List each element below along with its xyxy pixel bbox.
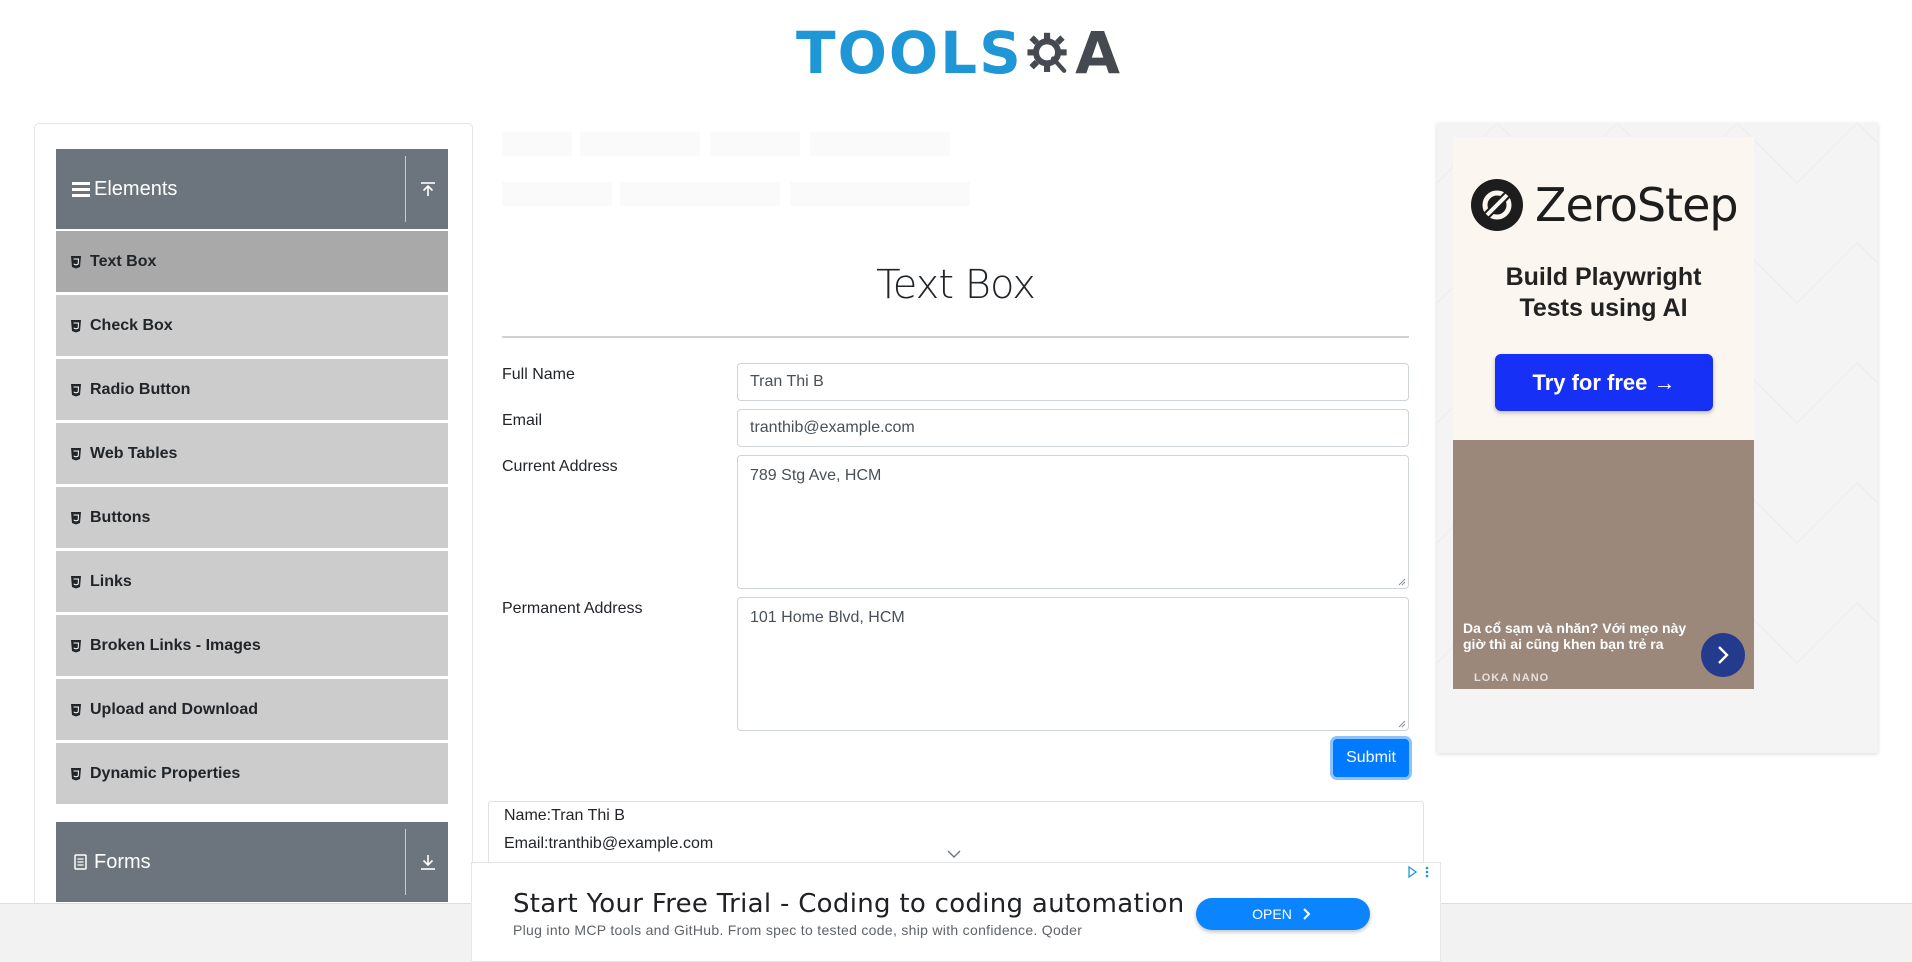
sidebar-item-check-box[interactable]: Check Box xyxy=(56,295,448,356)
toolsqa-logo[interactable]: TOOLS A xyxy=(796,14,1120,92)
bottom-banner-ad[interactable]: Start Your Free Trial - Coding to coding… xyxy=(471,862,1441,962)
page-title: Text Box xyxy=(876,262,1036,308)
ad-tagline-line2: Tests using AI xyxy=(1519,294,1688,322)
sidebar-item-label: Text Box xyxy=(90,252,157,270)
sidebar-item-label: Web Tables xyxy=(90,444,178,462)
chevron-down-icon[interactable] xyxy=(946,848,962,860)
email-value: tranthib@example.com xyxy=(750,419,915,436)
group-header-label: Forms xyxy=(94,850,151,873)
adchoices-icon[interactable] xyxy=(1406,865,1432,879)
full-name-input[interactable]: Tran Thi B xyxy=(737,363,1409,401)
html5-icon xyxy=(71,383,81,396)
current-address-textarea[interactable]: 789 Stg Ave, HCM xyxy=(737,455,1409,589)
ad-photo-brand: LOKA NANO xyxy=(1474,672,1550,684)
ad-tagline: Build Playwright Tests using AI xyxy=(1453,262,1754,324)
ad-photo-caption: Da cổ sạm và nhăn? Với mẹo này giờ thì a… xyxy=(1463,620,1687,652)
upload-icon[interactable] xyxy=(416,177,440,201)
sidebar-item-radio-button[interactable]: Radio Button xyxy=(56,359,448,420)
hamburger-icon xyxy=(72,182,90,197)
full-name-label: Full Name xyxy=(502,366,575,383)
sidebar-item-label: Check Box xyxy=(90,316,173,334)
permanent-address-label: Permanent Address xyxy=(502,600,643,617)
banner-subtitle: Plug into MCP tools and GitHub. From spe… xyxy=(513,922,1083,938)
page: TOOLS A Elements Text Box Check Box Radi… xyxy=(0,0,1912,962)
document-icon xyxy=(74,854,87,870)
logo-text-tools: TOOLS xyxy=(796,19,1023,87)
sidebar-item-dynamic-properties[interactable]: Dynamic Properties xyxy=(56,743,448,804)
sidebar-item-label: Broken Links - Images xyxy=(90,636,261,654)
submit-button[interactable]: Submit xyxy=(1333,739,1409,777)
sidebar-item-label: Dynamic Properties xyxy=(90,764,241,782)
html5-icon xyxy=(71,511,81,524)
sidebar-item-label: Links xyxy=(90,572,132,590)
group-header-forms[interactable]: Forms xyxy=(56,822,448,902)
sidebar-item-buttons[interactable]: Buttons xyxy=(56,487,448,548)
permanent-address-value: 101 Home Blvd, HCM xyxy=(750,609,905,626)
sidebar-item-text-box[interactable]: Text Box xyxy=(56,231,448,292)
sidebar-item-upload-download[interactable]: Upload and Download xyxy=(56,679,448,740)
download-icon[interactable] xyxy=(416,850,440,874)
html5-icon xyxy=(71,703,81,716)
banner-open-label: OPEN xyxy=(1252,906,1292,922)
group-header-elements[interactable]: Elements xyxy=(56,149,448,229)
current-address-value: 789 Stg Ave, HCM xyxy=(750,467,882,484)
html5-icon xyxy=(71,767,81,780)
sidebar-item-label: Buttons xyxy=(90,508,151,526)
email-input[interactable]: tranthib@example.com xyxy=(737,409,1409,447)
sidebar-item-web-tables[interactable]: Web Tables xyxy=(56,423,448,484)
ghost-ad-placeholder xyxy=(502,132,970,206)
output-email: Email:tranthib@example.com xyxy=(504,835,714,852)
email-label: Email xyxy=(502,412,543,429)
ad-try-free-button[interactable]: Try for free → xyxy=(1495,354,1713,411)
group-header-label: Elements xyxy=(94,177,178,200)
permanent-address-textarea[interactable]: 101 Home Blvd, HCM xyxy=(737,597,1409,731)
html5-icon xyxy=(71,639,81,652)
sidebar-item-label: Upload and Download xyxy=(90,700,258,718)
html5-icon xyxy=(71,575,81,588)
html5-icon xyxy=(71,319,81,332)
sidebar-item-links[interactable]: Links xyxy=(56,551,448,612)
sidebar-item-label: Radio Button xyxy=(90,380,191,398)
chevron-right-icon xyxy=(1303,908,1311,920)
logo-text-a: A xyxy=(1075,19,1120,87)
html5-icon xyxy=(71,255,81,268)
ad-tagline-line1: Build Playwright xyxy=(1505,263,1702,291)
ad-brand: ZeroStep xyxy=(1471,178,1739,232)
divider xyxy=(405,156,406,222)
ad-brand-name: ZeroStep xyxy=(1535,178,1739,232)
html5-icon xyxy=(71,447,81,460)
current-address-label: Current Address xyxy=(502,458,618,475)
full-name-value: Tran Thi B xyxy=(750,373,824,390)
zerostep-logo-icon xyxy=(1471,179,1523,231)
divider xyxy=(405,829,406,895)
banner-title: Start Your Free Trial - Coding to coding… xyxy=(513,889,1185,919)
gear-q-icon xyxy=(1027,32,1067,73)
ad-next-button[interactable] xyxy=(1701,633,1745,677)
sidebar-item-broken-links[interactable]: Broken Links - Images xyxy=(56,615,448,676)
resize-grip-icon[interactable] xyxy=(1398,578,1406,586)
divider xyxy=(502,336,1409,338)
chevron-right-icon xyxy=(1718,646,1729,664)
output-name: Name:Tran Thi B xyxy=(504,807,625,824)
resize-grip-icon[interactable] xyxy=(1398,720,1406,728)
banner-open-button[interactable]: OPEN xyxy=(1196,898,1370,930)
